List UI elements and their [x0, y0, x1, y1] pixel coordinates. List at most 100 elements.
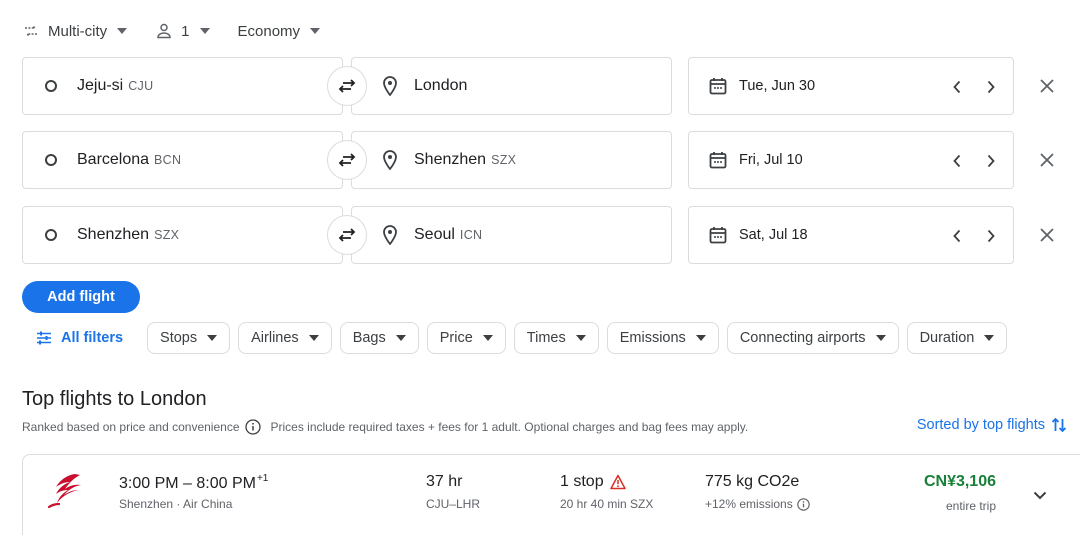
sort-label: Sorted by top flights	[916, 417, 1045, 433]
filter-chip-bags[interactable]: Bags	[339, 322, 419, 354]
swap-horiz-icon	[22, 22, 40, 40]
origin-city: Shenzhen	[77, 226, 150, 243]
trip-type-select[interactable]: Multi-city	[22, 18, 128, 44]
departure-date: Sat, Jul 18	[739, 227, 808, 243]
sort-arrows-icon	[1050, 416, 1068, 434]
emissions-delta: +12% emissions	[705, 497, 810, 511]
swap-arrows-icon	[338, 228, 356, 242]
origin-input[interactable]: Barcelona BCN	[22, 131, 343, 189]
person-icon	[155, 22, 173, 40]
circle-icon	[45, 154, 57, 166]
destination-input[interactable]: Shenzhen SZX	[351, 131, 672, 189]
swap-button[interactable]	[327, 215, 367, 255]
chevron-left-icon	[953, 154, 961, 168]
caret-down-icon	[117, 26, 128, 36]
departure-date-input[interactable]: Fri, Jul 10	[688, 131, 1014, 189]
filter-chip-duration[interactable]: Duration	[906, 322, 1008, 354]
origin-code: SZX	[154, 228, 180, 242]
next-date-button[interactable]	[981, 77, 1001, 97]
circle-icon	[45, 80, 57, 92]
passenger-count: 1	[181, 22, 190, 40]
remove-leg-button[interactable]	[1036, 224, 1058, 246]
chevron-left-icon	[953, 80, 961, 94]
layover-info: 20 hr 40 min SZX	[560, 497, 654, 511]
filter-chip-stops[interactable]: Stops	[147, 322, 231, 354]
caret-down-icon	[695, 333, 706, 343]
sort-button[interactable]: Sorted by top flights	[917, 416, 1068, 434]
origin-city: Jeju-si	[77, 77, 124, 94]
origin-code: CJU	[128, 79, 154, 93]
flight-duration: 37 hr	[426, 473, 463, 490]
close-icon	[1040, 228, 1054, 242]
chip-label: Times	[526, 330, 566, 346]
caret-down-icon	[984, 333, 995, 343]
calendar-icon	[709, 226, 727, 244]
previous-date-button[interactable]	[947, 77, 967, 97]
origin-code: BCN	[154, 153, 182, 167]
destination-city: Shenzhen	[414, 151, 487, 168]
filter-chip-price[interactable]: Price	[426, 322, 506, 354]
chevron-right-icon	[987, 80, 995, 94]
departure-date-input[interactable]: Tue, Jun 30	[688, 57, 1014, 115]
origin-input[interactable]: Shenzhen SZX	[22, 206, 343, 264]
passenger-select[interactable]: 1	[155, 18, 210, 44]
chevron-right-icon	[987, 154, 995, 168]
caret-down-icon	[310, 26, 321, 36]
origin-input[interactable]: Jeju-si CJU	[22, 57, 343, 115]
destination-city: Seoul	[414, 226, 455, 243]
remove-leg-button[interactable]	[1036, 75, 1058, 97]
chip-label: Emissions	[619, 330, 686, 346]
caret-down-icon	[575, 333, 586, 343]
location-pin-icon	[382, 225, 398, 245]
flight-leg-3: Shenzhen SZX Seoul ICN Sat, Jul 18	[22, 206, 1072, 264]
all-filters-button[interactable]: All filters	[22, 330, 123, 346]
add-flight-button[interactable]: Add flight	[22, 281, 140, 313]
co2-amount: 775 kg CO2e	[705, 473, 800, 490]
remove-leg-button[interactable]	[1036, 149, 1058, 171]
chip-label: Stops	[160, 330, 198, 346]
flight-via: Shenzhen · Air China	[119, 497, 233, 511]
calendar-icon	[709, 151, 727, 169]
price-type: entire trip	[945, 499, 996, 513]
chevron-down-icon	[1033, 491, 1047, 499]
departure-arrival-times: 3:00 PM – 8:00 PM	[119, 475, 256, 492]
trip-options-bar: Multi-city 1 Economy	[22, 18, 348, 44]
filter-chip-times[interactable]: Times	[513, 322, 599, 354]
expand-details-button[interactable]	[1028, 483, 1052, 507]
next-date-button[interactable]	[981, 226, 1001, 246]
info-icon[interactable]	[796, 497, 810, 511]
filter-chip-connecting-airports[interactable]: Connecting airports	[726, 322, 899, 354]
filter-chip-emissions[interactable]: Emissions	[606, 322, 719, 354]
location-pin-icon	[382, 76, 398, 96]
cabin-class-select[interactable]: Economy	[238, 18, 321, 44]
chip-label: Airlines	[251, 330, 299, 346]
chevron-right-icon	[987, 229, 995, 243]
close-icon	[1040, 79, 1054, 93]
filter-chip-airlines[interactable]: Airlines	[238, 322, 332, 354]
swap-button[interactable]	[327, 66, 367, 106]
caret-down-icon	[308, 333, 319, 343]
departure-date: Fri, Jul 10	[739, 152, 803, 168]
cabin-class-label: Economy	[237, 22, 301, 40]
swap-arrows-icon	[338, 79, 356, 93]
destination-input[interactable]: Seoul ICN	[351, 206, 672, 264]
caret-down-icon	[482, 333, 493, 343]
swap-button[interactable]	[327, 140, 367, 180]
results-title: Top flights to London	[22, 388, 207, 410]
info-icon[interactable]	[244, 419, 261, 435]
origin-city: Barcelona	[77, 151, 150, 168]
tune-icon	[36, 330, 52, 346]
previous-date-button[interactable]	[947, 151, 967, 171]
flight-leg-2: Barcelona BCN Shenzhen SZX Fri, Jul 10	[22, 131, 1072, 189]
destination-code: SZX	[491, 153, 517, 167]
day-offset: +1	[256, 473, 269, 484]
previous-date-button[interactable]	[947, 226, 967, 246]
destination-code: ICN	[459, 228, 483, 242]
departure-date-input[interactable]: Sat, Jul 18	[688, 206, 1014, 264]
next-date-button[interactable]	[981, 151, 1001, 171]
emissions-text: +12% emissions	[705, 497, 793, 511]
caret-down-icon	[199, 26, 210, 36]
destination-input[interactable]: London	[351, 57, 672, 115]
results-subtitle: Ranked based on price and convenience Pr…	[22, 419, 748, 435]
flight-result-card[interactable]: 3:00 PM – 8:00 PM+1 Shenzhen · Air China…	[22, 454, 1080, 535]
